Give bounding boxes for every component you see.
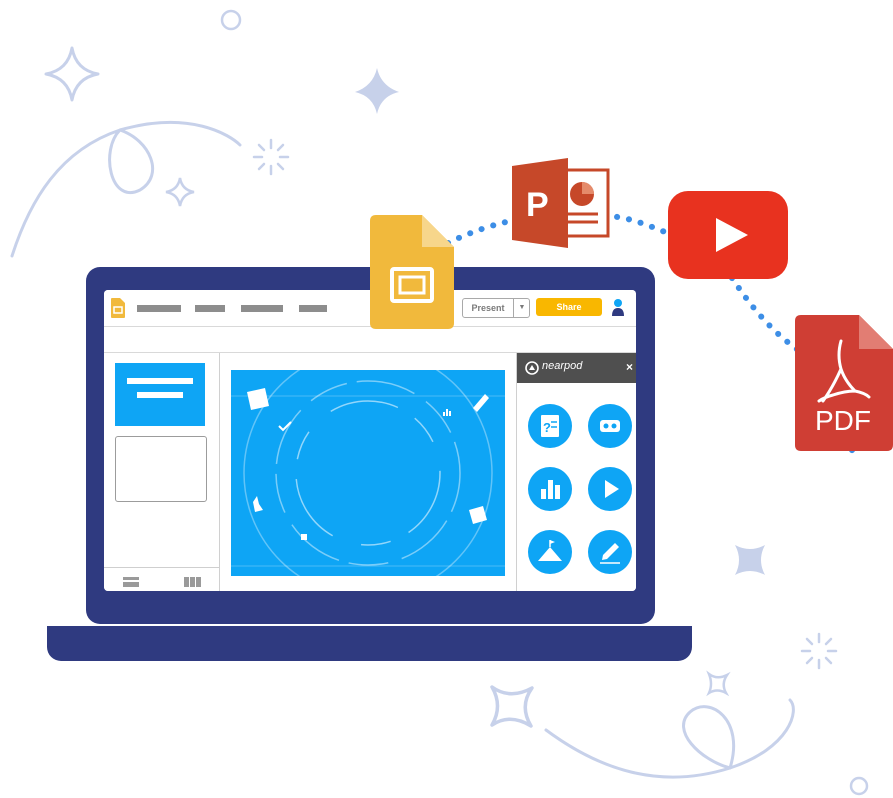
close-icon[interactable]: ×	[626, 360, 633, 374]
burst-decoration	[252, 138, 290, 176]
user-avatar-icon[interactable]	[612, 298, 624, 317]
google-slides-icon	[370, 215, 454, 329]
secondary-toolbar	[104, 327, 636, 353]
present-button-label: Present	[471, 303, 505, 313]
laptop-screen: Present ▼ Share nearpod × ?	[104, 290, 636, 591]
pencil-icon	[473, 394, 489, 412]
draw-activity-button[interactable]	[588, 530, 632, 574]
thumbnail-title-line	[127, 378, 193, 384]
bar-chart-icon	[541, 480, 560, 499]
sparkle-outline-decoration	[706, 670, 731, 697]
menu-placeholder-insert[interactable]	[299, 305, 327, 312]
sparkle-filled-decoration	[735, 545, 765, 575]
laptop-base	[47, 626, 692, 661]
list-view-icon[interactable]	[123, 577, 139, 587]
quiz-icon: ?	[541, 415, 559, 437]
share-button[interactable]: Share	[536, 298, 602, 316]
curly-line-decoration	[10, 121, 242, 258]
slide-filmstrip	[104, 353, 220, 591]
burst-decoration	[800, 632, 838, 670]
mountain-flag-icon	[538, 540, 562, 561]
grid-view-icon[interactable]	[184, 577, 201, 587]
menu-placeholder-file[interactable]	[137, 305, 181, 312]
powerpoint-letter: P	[526, 186, 549, 224]
poll-activity-button[interactable]	[528, 467, 572, 511]
menu-placeholder-view[interactable]	[241, 305, 283, 312]
nearpod-panel: nearpod × ?	[516, 353, 636, 591]
video-activity-button[interactable]	[588, 467, 632, 511]
sparkle-outline-decoration	[165, 177, 195, 207]
pencil-icon	[600, 543, 620, 564]
slide-illustration	[231, 370, 505, 576]
youtube-icon	[668, 191, 788, 279]
slide-thumbnail-1[interactable]	[115, 363, 205, 426]
pdf-label: PDF	[815, 405, 871, 436]
nearpod-logo-icon	[525, 361, 539, 375]
slide-thumbnail-2[interactable]	[115, 436, 207, 502]
sparkle-filled-decoration	[355, 68, 399, 114]
chevron-down-icon[interactable]: ▼	[513, 299, 530, 317]
slide-canvas[interactable]	[231, 370, 505, 576]
vr-activity-button[interactable]	[588, 404, 632, 448]
small-circle-decoration	[849, 776, 869, 796]
small-image-icon	[301, 534, 307, 540]
curly-line-decoration	[544, 698, 795, 779]
filmstrip-divider	[104, 567, 219, 568]
menu-placeholder-edit[interactable]	[195, 305, 225, 312]
thumbnail-subtitle-line	[137, 392, 183, 398]
play-icon	[605, 480, 619, 498]
powerpoint-icon: P	[512, 158, 610, 248]
field-trip-activity-button[interactable]	[528, 530, 572, 574]
bar-chart-icon	[443, 409, 451, 416]
walking-person-icon	[253, 496, 263, 512]
sparkle-outline-decoration	[44, 46, 100, 102]
map-icon	[247, 388, 269, 410]
pdf-icon: PDF	[795, 315, 893, 451]
vr-headset-icon	[600, 420, 620, 432]
quiz-activity-button[interactable]: ?	[528, 404, 572, 448]
nearpod-header: nearpod ×	[517, 353, 636, 383]
present-button[interactable]: Present ▼	[462, 298, 530, 318]
ticket-icon	[469, 506, 487, 524]
svg-text:?: ?	[543, 420, 551, 435]
small-circle-decoration	[220, 9, 242, 31]
nearpod-brand: nearpod	[542, 360, 583, 372]
sparkle-outline-decoration	[490, 685, 534, 728]
slides-logo-icon	[111, 298, 125, 318]
